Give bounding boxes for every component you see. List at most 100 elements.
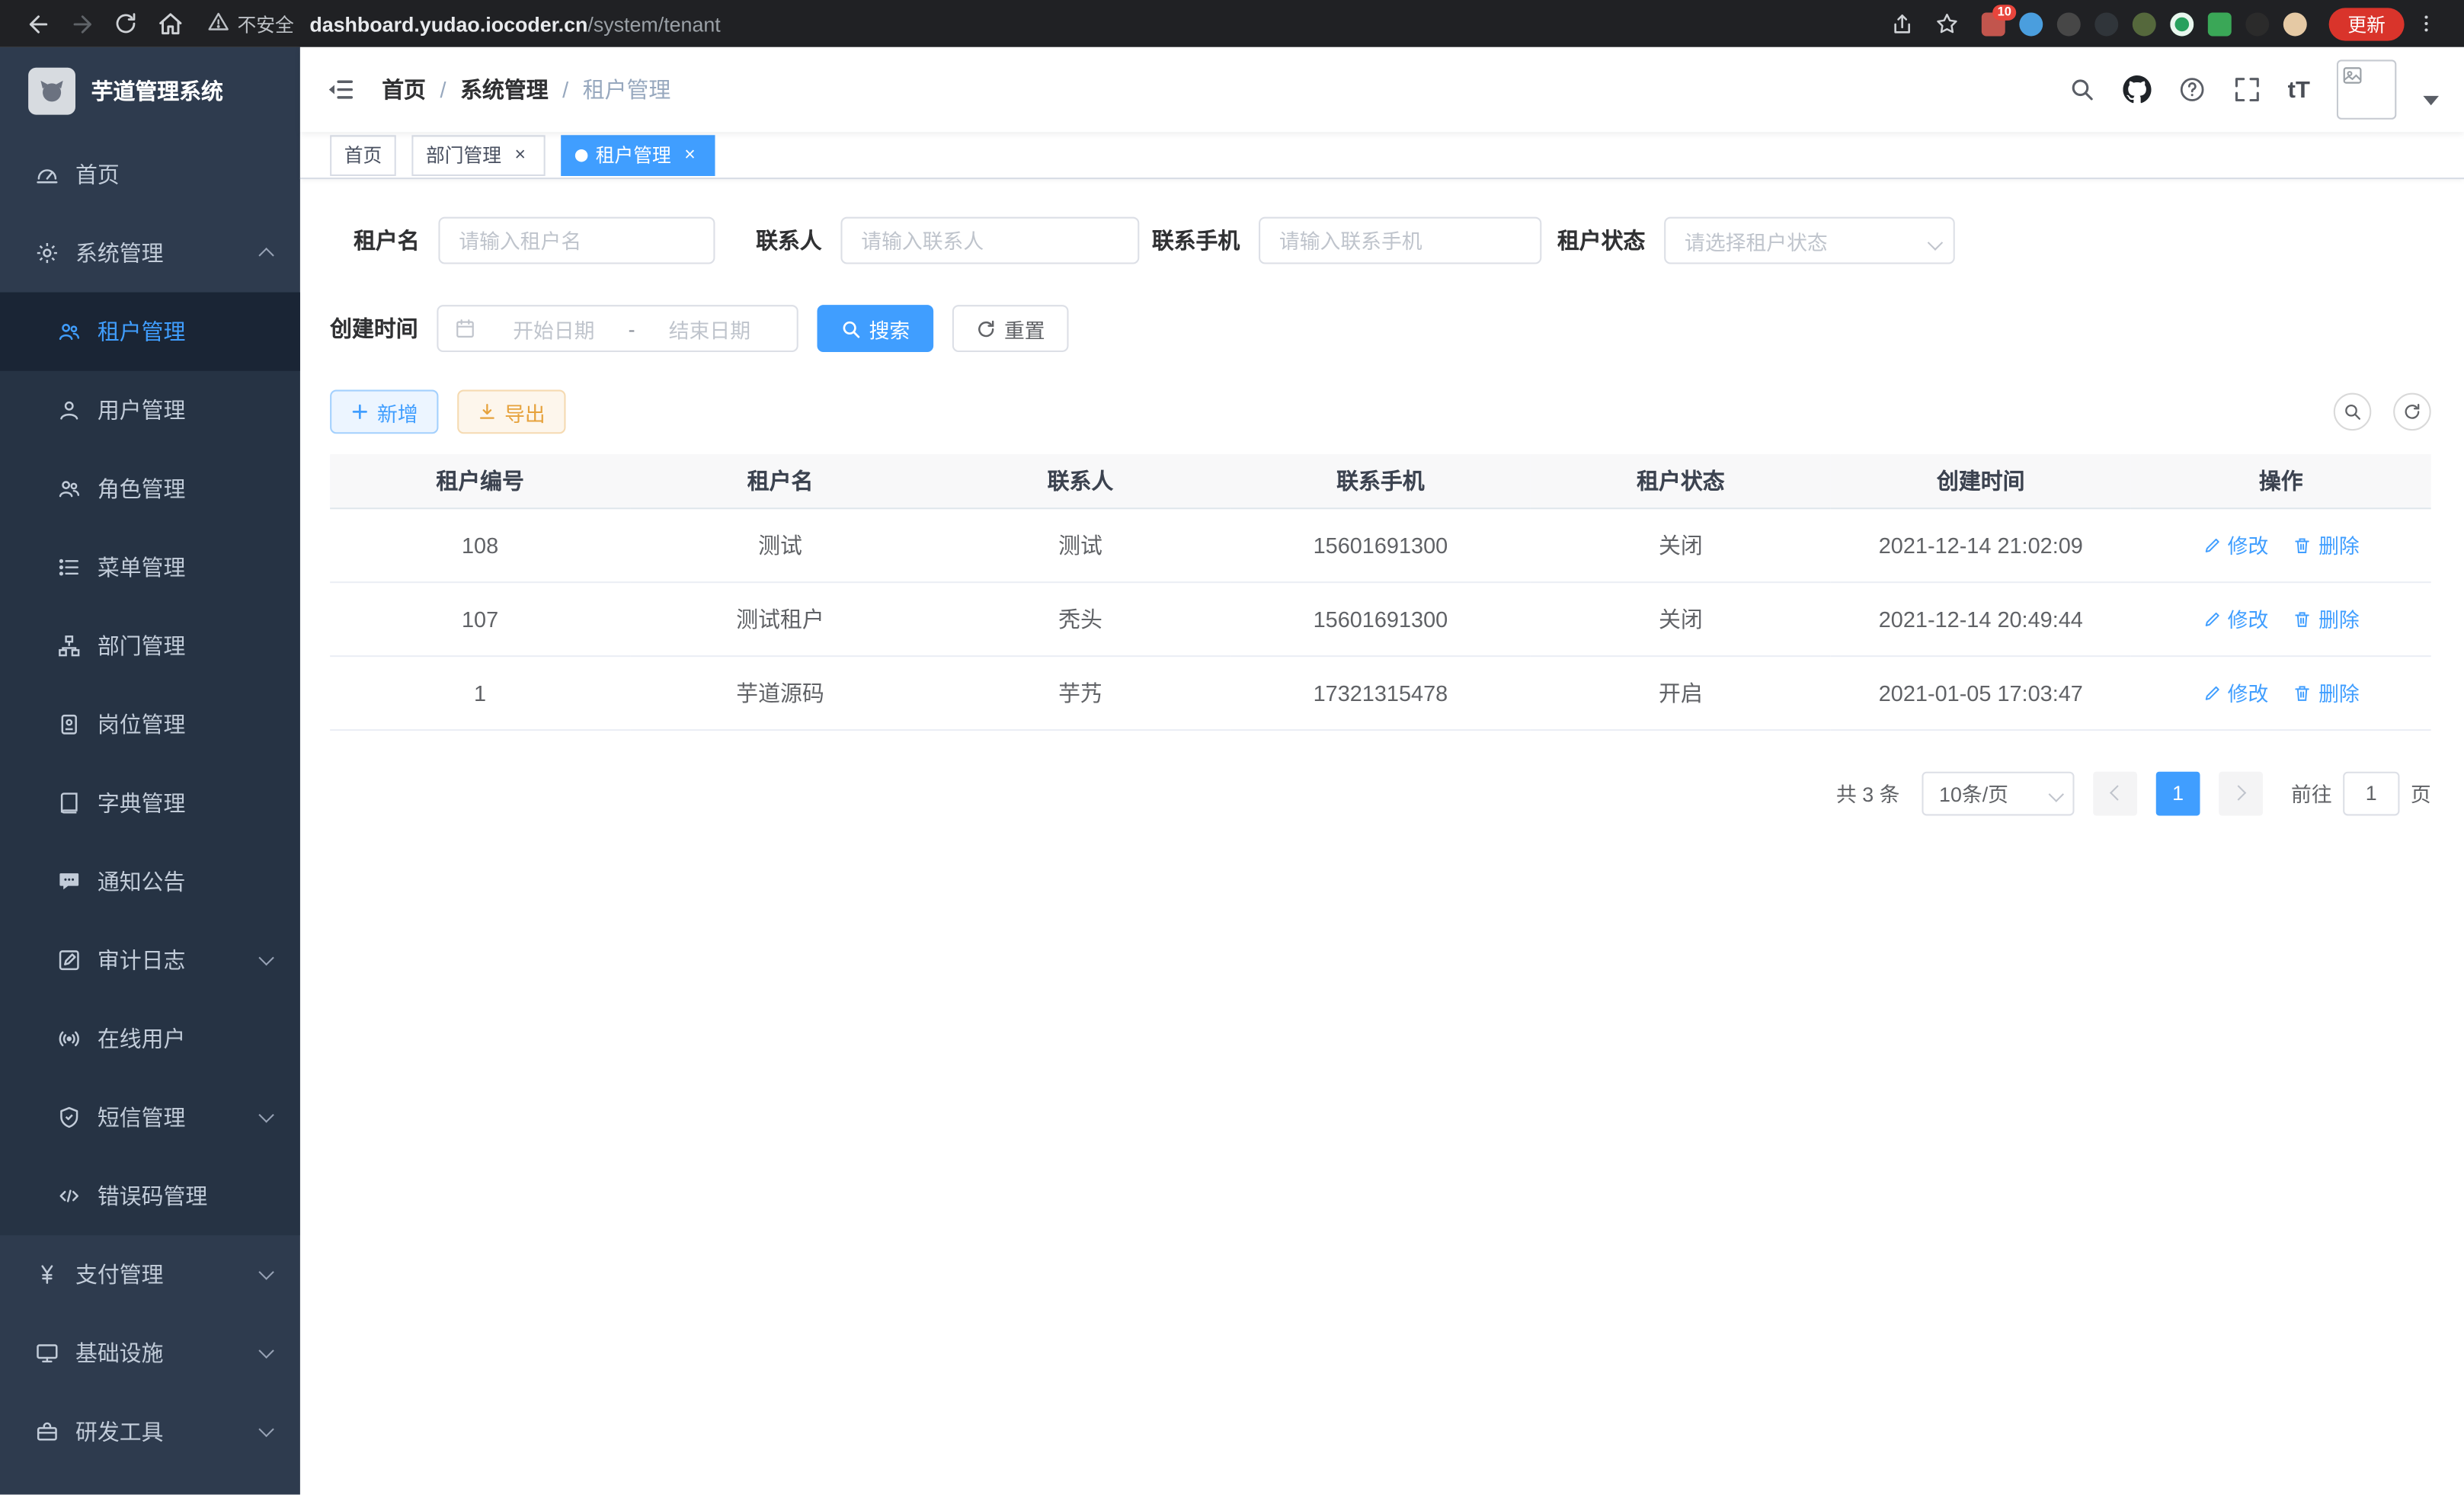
plus-icon (350, 402, 370, 421)
tab-dept[interactable]: 部门管理 × (411, 134, 545, 175)
phone-input[interactable] (1259, 217, 1541, 264)
tab-close-icon[interactable]: × (679, 144, 701, 166)
tab-home[interactable]: 首页 (330, 134, 396, 175)
breadcrumb-home[interactable]: 首页 (382, 74, 426, 105)
add-button[interactable]: 新增 (330, 390, 438, 434)
sidebar-item-label: 在线用户 (98, 1023, 186, 1055)
table-toolbar: 新增 导出 (330, 390, 2431, 434)
tenant-name-input[interactable] (438, 217, 715, 264)
sidebar-item-sms[interactable]: 短信管理 (0, 1078, 300, 1157)
home-icon[interactable] (148, 3, 192, 44)
search-icon (2343, 402, 2362, 421)
breadcrumb-separator: / (562, 77, 568, 102)
extension-icon[interactable] (2245, 11, 2269, 35)
edit-icon (2203, 535, 2222, 554)
refresh-table-button[interactable] (2393, 393, 2431, 431)
col-contact: 联系人 (930, 454, 1230, 507)
sidebar-item-role[interactable]: 角色管理 (0, 450, 300, 528)
github-icon[interactable] (2123, 75, 2151, 104)
sidebar-item-devtools[interactable]: 研发工具 (0, 1392, 300, 1471)
edit-link[interactable]: 修改 (2203, 677, 2269, 707)
sidebar-item-pay[interactable]: 支付管理 (0, 1235, 300, 1314)
sidebar-item-system[interactable]: 系统管理 (0, 214, 300, 293)
date-range-picker[interactable]: 开始日期 - 结束日期 (437, 305, 798, 352)
cell-contact: 芋艿 (930, 655, 1230, 729)
extension-icon[interactable] (2133, 11, 2156, 35)
signal-icon (56, 1026, 82, 1052)
sidebar-item-label: 租户管理 (98, 316, 186, 347)
reset-button[interactable]: 重置 (952, 305, 1069, 352)
app-logo[interactable]: 芋道管理系统 (0, 47, 300, 136)
avatar-caret-icon[interactable] (2423, 96, 2439, 105)
tab-tenant[interactable]: 租户管理 × (561, 134, 715, 175)
sidebar-item-home[interactable]: 首页 (0, 135, 300, 213)
address-bar[interactable]: dashboard.yudao.iocoder.cn/system/tenant (309, 11, 720, 35)
page-number-button[interactable]: 1 (2156, 771, 2200, 815)
chevron-down-icon (258, 950, 274, 965)
tab-close-icon[interactable]: × (509, 144, 531, 166)
sidebar-item-errorcode[interactable]: 错误码管理 (0, 1157, 300, 1235)
extension-icon[interactable] (2170, 11, 2194, 35)
bookmark-star-icon[interactable] (1925, 3, 1970, 44)
browser-profile-avatar[interactable] (2283, 11, 2307, 35)
delete-link[interactable]: 删除 (2293, 677, 2360, 707)
chevron-down-icon (258, 1107, 274, 1122)
header-search-icon[interactable] (2068, 75, 2096, 104)
sidebar-item-infra[interactable]: 基础设施 (0, 1314, 300, 1392)
sidebar-item-auditlog[interactable]: 审计日志 (0, 921, 300, 1000)
sidebar-toggle-icon[interactable] (325, 74, 357, 105)
extension-icon[interactable]: 10 (1982, 11, 2005, 35)
next-page-button[interactable] (2219, 771, 2263, 815)
edit-link[interactable]: 修改 (2203, 530, 2269, 559)
contact-input[interactable] (840, 217, 1139, 264)
extension-icon[interactable] (2208, 11, 2232, 35)
share-icon[interactable] (1881, 3, 1925, 44)
chevron-down-icon (1930, 229, 1941, 252)
sidebar-item-user[interactable]: 用户管理 (0, 371, 300, 450)
extension-icon[interactable] (2057, 11, 2081, 35)
jump-suffix: 页 (2411, 778, 2431, 808)
extension-icon[interactable] (2019, 11, 2043, 35)
extension-icon[interactable] (2094, 11, 2118, 35)
browser-menu-icon[interactable] (2405, 3, 2449, 44)
export-button[interactable]: 导出 (457, 390, 565, 434)
toggle-search-button[interactable] (2334, 393, 2372, 431)
sidebar-item-dept[interactable]: 部门管理 (0, 607, 300, 685)
edit-link[interactable]: 修改 (2203, 603, 2269, 633)
table-header-row: 租户编号 租户名 联系人 联系手机 租户状态 创建时间 操作 (330, 454, 2431, 507)
font-size-icon[interactable]: tT (2288, 76, 2310, 103)
sidebar-item-notice[interactable]: 通知公告 (0, 843, 300, 921)
delete-link[interactable]: 删除 (2293, 603, 2360, 633)
cell-tenant-id: 108 (330, 507, 630, 581)
prev-page-button[interactable] (2093, 771, 2137, 815)
contact-label: 联系人 (756, 225, 840, 256)
sidebar-item-tenant[interactable]: 租户管理 (0, 293, 300, 371)
back-icon[interactable] (16, 3, 60, 44)
col-phone: 联系手机 (1230, 454, 1531, 507)
browser-extensions: 10 (1982, 11, 2307, 35)
security-indicator[interactable]: 不安全 (207, 10, 293, 37)
status-select[interactable]: 请选择租户状态 (1664, 217, 1955, 264)
search-button[interactable]: 搜索 (818, 305, 934, 352)
cell-tenant-name: 测试租户 (630, 581, 930, 655)
avatar[interactable] (2337, 59, 2396, 119)
delete-link[interactable]: 删除 (2293, 530, 2360, 559)
tab-label: 租户管理 (596, 142, 671, 168)
chevron-down-icon (2050, 781, 2061, 805)
forward-icon[interactable] (59, 3, 104, 44)
jump-page-input[interactable] (2343, 771, 2399, 815)
table-row: 108 测试 测试 15601691300 关闭 2021-12-14 21:0… (330, 507, 2431, 581)
help-icon[interactable] (2178, 75, 2206, 104)
cell-created: 2021-01-05 17:03:47 (1831, 655, 2131, 729)
fullscreen-icon[interactable] (2232, 75, 2261, 104)
breadcrumb-system[interactable]: 系统管理 (460, 74, 549, 105)
sidebar-item-label: 用户管理 (98, 395, 186, 426)
page-size-select[interactable]: 10条/页 (1922, 771, 2074, 815)
cell-tenant-name: 芋道源码 (630, 655, 930, 729)
sidebar-item-menu[interactable]: 菜单管理 (0, 528, 300, 607)
reload-icon[interactable] (104, 3, 148, 44)
sidebar-item-dict[interactable]: 字典管理 (0, 764, 300, 842)
sidebar-item-online[interactable]: 在线用户 (0, 1000, 300, 1078)
browser-update-button[interactable]: 更新 (2329, 7, 2405, 40)
sidebar-item-post[interactable]: 岗位管理 (0, 685, 300, 764)
